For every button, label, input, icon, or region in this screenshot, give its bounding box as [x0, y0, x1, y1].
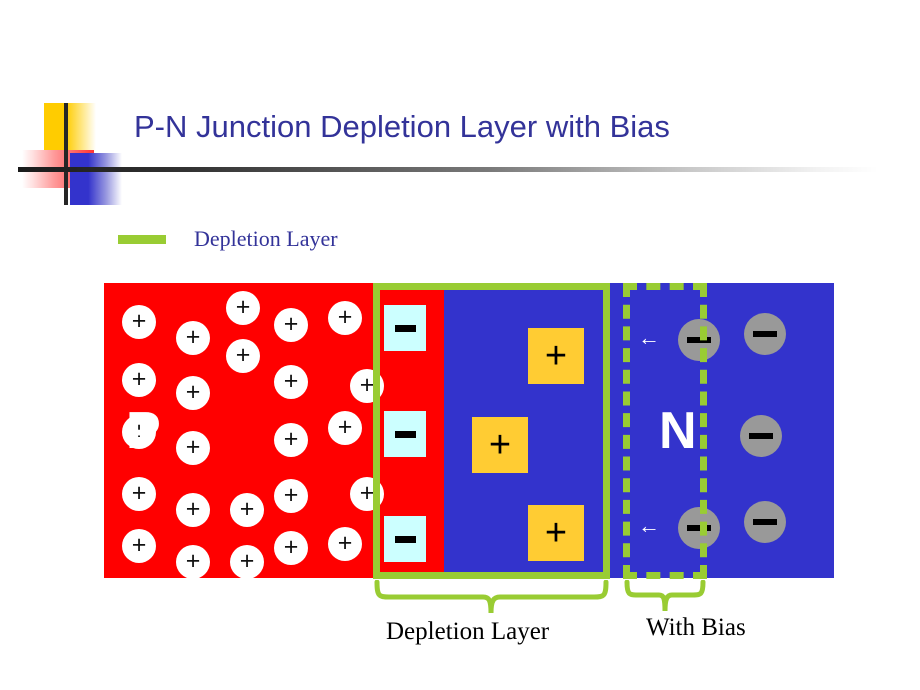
caption-depletion-layer: Depletion Layer: [386, 618, 550, 645]
legend: Depletion Layer: [118, 226, 338, 252]
electron-carrier: [744, 313, 786, 355]
drift-arrow-left: ←: [638, 513, 660, 538]
hole-carrier: +: [274, 308, 308, 342]
hole-carrier: +: [328, 411, 362, 445]
hole-carrier: +: [176, 545, 210, 579]
logo-yellow-block: [44, 103, 96, 153]
hole-carrier: +: [328, 301, 362, 335]
hole-carrier: +: [230, 545, 264, 579]
decorative-logo: [22, 103, 132, 205]
hole-carrier: +: [122, 305, 156, 339]
donor-ion: +: [472, 417, 528, 473]
donor-ion: +: [528, 505, 584, 561]
caption-with-bias: With Bias: [646, 614, 746, 641]
drift-arrow-right: →: [366, 373, 388, 398]
hole-carrier: +: [176, 493, 210, 527]
hole-carrier: +: [176, 431, 210, 465]
donor-ion: +: [528, 328, 584, 384]
hole-carrier: +: [230, 493, 264, 527]
electron-carrier: [678, 319, 720, 361]
legend-swatch-depletion-layer: [118, 234, 166, 244]
acceptor-ion: [384, 411, 426, 457]
electron-carrier: [744, 501, 786, 543]
hole-carrier: +: [328, 527, 362, 561]
pn-junction-diagram: + + + + + + + + + + + + + + + + + + + + + + + + + + + → → ← ←: [104, 283, 834, 579]
legend-label: Depletion Layer: [194, 226, 338, 251]
hole-carrier: +: [226, 291, 260, 325]
title-banner: P-N Junction Depletion Layer with Bias: [0, 95, 920, 205]
acceptor-ion: [384, 516, 426, 562]
hole-carrier: +: [274, 531, 308, 565]
hole-carrier: +: [274, 423, 308, 457]
page-title: P-N Junction Depletion Layer with Bias: [134, 109, 670, 144]
hole-carrier: +: [226, 339, 260, 373]
hole-carrier: +: [274, 479, 308, 513]
logo-vertical-rule: [64, 103, 68, 205]
electron-carrier: [678, 507, 720, 549]
hole-carrier: +: [176, 376, 210, 410]
logo-blue-block: [70, 153, 122, 205]
electron-carrier: [740, 415, 782, 457]
hole-carrier: +: [176, 321, 210, 355]
n-region-label: N: [659, 402, 697, 460]
with-bias-brace: [624, 580, 706, 612]
title-underline-rule: [18, 167, 878, 172]
drift-arrow-right: →: [366, 481, 388, 506]
hole-carrier: +: [122, 363, 156, 397]
drift-arrow-left: ←: [638, 325, 660, 350]
acceptor-ion: [384, 305, 426, 351]
hole-carrier: +: [122, 529, 156, 563]
p-region-label: P: [126, 402, 161, 460]
hole-carrier: +: [122, 477, 156, 511]
hole-carrier: +: [274, 365, 308, 399]
depletion-layer-brace: [374, 580, 609, 614]
